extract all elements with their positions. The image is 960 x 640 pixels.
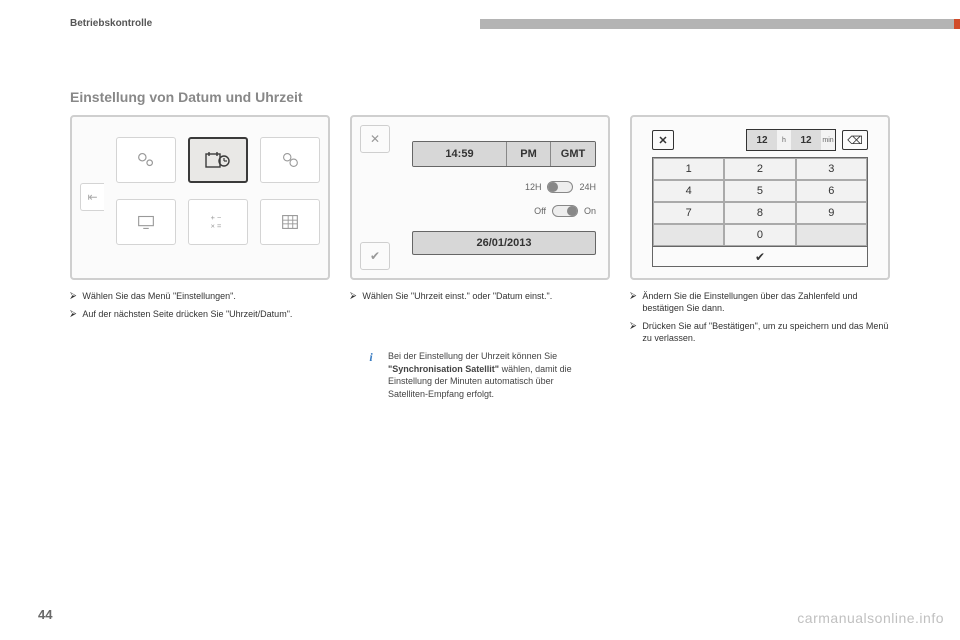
table-icon <box>276 211 304 233</box>
watermark: carmanualsonline.info <box>797 610 944 626</box>
hour-unit: h <box>777 130 791 150</box>
key-empty <box>796 224 867 246</box>
instruction-text: Ändern Sie die Einstellungen über das Za… <box>642 290 890 314</box>
number-pad: 1 2 3 4 5 6 7 8 9 0 <box>652 157 868 247</box>
screenshot-datetime-settings: ✕ ✔ 14:59 PM GMT 12H 24H <box>350 115 610 280</box>
instruction-text: Wählen Sie das Menü "Einstellungen". <box>82 290 235 302</box>
key-0: 0 <box>724 224 795 246</box>
bullet-marker: ⮚ <box>630 290 636 314</box>
column-3: ✕ 12 h 12 min ⌫ 1 2 3 4 <box>630 115 890 413</box>
key-5: 5 <box>724 180 795 202</box>
spacer <box>360 184 390 212</box>
sync-on-label: On <box>584 206 596 216</box>
sync-toggle-row: Off On <box>412 201 596 221</box>
tile-time-date <box>188 137 248 183</box>
bullet-marker: ⮚ <box>70 290 76 302</box>
header-stripe <box>480 19 960 29</box>
side-buttons: ✕ ✔ <box>360 125 404 270</box>
bullet-marker: ⮚ <box>350 290 356 302</box>
bullet-marker: ⮚ <box>70 308 76 320</box>
tile-language <box>260 199 320 245</box>
column-1: ⇤ <box>70 115 330 413</box>
header-stripe-accent <box>954 19 960 29</box>
close-icon: ✕ <box>652 130 674 150</box>
info-icon: i <box>364 350 378 364</box>
key-2: 2 <box>724 158 795 180</box>
key-4: 4 <box>653 180 724 202</box>
time-field: 14:59 PM GMT <box>412 141 596 167</box>
key-6: 6 <box>796 180 867 202</box>
datetime-panel: 14:59 PM GMT 12H 24H Off On 26/01/201 <box>412 141 596 262</box>
format-toggle-row: 12H 24H <box>412 177 596 197</box>
settings-tiles-grid: + −× = <box>116 137 310 245</box>
screenshot-settings-menu: ⇤ <box>70 115 330 280</box>
instructions-col3: ⮚Ändern Sie die Einstellungen über das Z… <box>630 290 890 345</box>
minute-unit: min <box>821 130 835 150</box>
format-24h-label: 24H <box>579 182 596 192</box>
column-2: ✕ ✔ 14:59 PM GMT 12H 24H <box>350 115 610 413</box>
key-1: 1 <box>653 158 724 180</box>
tile-units: + −× = <box>188 199 248 245</box>
instruction-text: Drücken Sie auf "Bestätigen", um zu spei… <box>642 320 890 344</box>
clock-calendar-icon <box>204 149 232 171</box>
time-input: 12 h 12 min <box>746 129 836 151</box>
time-value: 14:59 <box>413 142 507 166</box>
instruction-text: Auf der nächsten Seite drücken Sie "Uhrz… <box>82 308 292 320</box>
info-note: i Bei der Einstellung der Uhrzeit können… <box>350 338 610 412</box>
keypad-top-row: ✕ 12 h 12 min ⌫ <box>652 129 868 151</box>
key-8: 8 <box>724 202 795 224</box>
sync-toggle <box>552 205 578 217</box>
tile-display <box>116 199 176 245</box>
calculator-icon: + −× = <box>204 211 232 233</box>
manual-page: Betriebskontrolle Einstellung von Datum … <box>0 0 960 640</box>
svg-text:× =: × = <box>211 221 222 230</box>
close-icon: ✕ <box>360 125 390 153</box>
key-9: 9 <box>796 202 867 224</box>
key-3: 3 <box>796 158 867 180</box>
gears-icon <box>132 149 160 171</box>
page-number: 44 <box>38 607 52 622</box>
info-text: Bei der Einstellung der Uhrzeit können S… <box>388 350 596 400</box>
timezone-value: GMT <box>551 142 595 166</box>
backspace-icon: ⌫ <box>842 130 868 150</box>
info-bold: "Synchronisation Satellit" <box>388 364 499 374</box>
date-field: 26/01/2013 <box>412 231 596 255</box>
key-empty <box>653 224 724 246</box>
page-title: Einstellung von Datum und Uhrzeit <box>70 89 890 105</box>
format-12h-label: 12H <box>525 182 542 192</box>
confirm-icon: ✔ <box>360 242 390 270</box>
minute-value: 12 <box>791 130 821 150</box>
hour-value: 12 <box>747 130 777 150</box>
monitor-icon <box>132 211 160 233</box>
tile-settings-general <box>116 137 176 183</box>
instructions-col1: ⮚ Wählen Sie das Menü "Einstellungen". ⮚ A… <box>70 290 330 320</box>
confirm-icon: ✔ <box>652 247 868 267</box>
screenshot-keypad: ✕ 12 h 12 min ⌫ 1 2 3 4 <box>630 115 890 280</box>
instructions-col2: ⮚ Wählen Sie "Uhrzeit einst." oder "Datum… <box>350 290 610 302</box>
tile-system <box>260 137 320 183</box>
ampm-value: PM <box>507 142 551 166</box>
instruction-text: Wählen Sie "Uhrzeit einst." oder "Datum … <box>362 290 552 302</box>
sync-off-label: Off <box>534 206 546 216</box>
bullet-marker: ⮚ <box>630 320 636 344</box>
exit-icon: ⇤ <box>80 183 104 211</box>
format-toggle <box>547 181 573 193</box>
info-pre: Bei der Einstellung der Uhrzeit können S… <box>388 351 557 361</box>
three-column-layout: ⇤ <box>70 115 890 413</box>
key-7: 7 <box>653 202 724 224</box>
wheels-icon <box>276 149 304 171</box>
